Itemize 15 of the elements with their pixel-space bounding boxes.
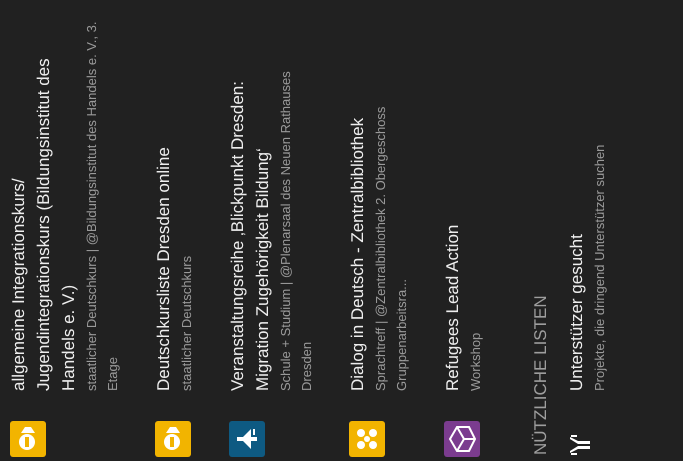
section-header: NÜTZLICHE LISTEN — [530, 294, 551, 457]
item-title[interactable]: Veranstaltungsreihe ‚Blickpunkt Dresden: Migration Zugehörigkeit Bildung‘ — [225, 19, 275, 391]
item-title[interactable]: Deutschkursliste Dresden online — [151, 19, 176, 391]
item-subtitle: staatlicher Deutschkurs | @Bildungsinstitut des Handels e. V., 3. Etage — [83, 20, 121, 391]
item-subtitle: Workshop — [467, 332, 484, 391]
item-subtitle: Schule + Studium | @Plenarsaal des Neuen Rathauses Dresden — [277, 70, 315, 391]
item-title[interactable]: Dialog in Deutsch - Zentralbibliothek — [345, 19, 370, 391]
item-title[interactable]: Refugees Lead Action — [440, 19, 465, 391]
item-subtitle: Projekte, die dringend Unterstützer suchen — [590, 144, 608, 391]
item-subtitle: Sprachtreff | @Zentralbibliothek 2. Obergeschoss Gruppenarbeitsra... — [372, 106, 410, 391]
item-title[interactable]: Unterstützer gesucht — [564, 19, 588, 391]
item-title[interactable]: allgemeine Integrationskurs/ Jugendintegrationskurs (Bildungsinstitut des Handels e. V.) — [6, 19, 81, 391]
people-icon — [349, 421, 385, 457]
cube-icon — [444, 421, 480, 457]
item-subtitle: staatlicher Deutschkurs — [178, 254, 195, 391]
